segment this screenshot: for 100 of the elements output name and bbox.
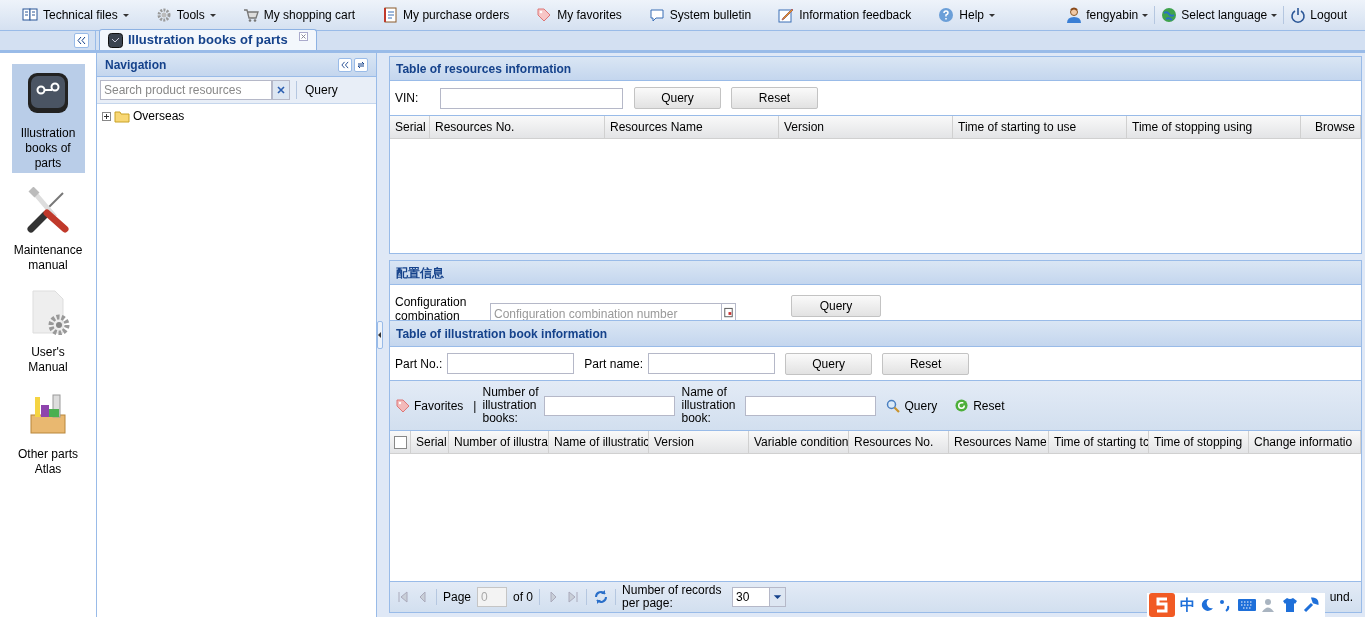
book-icon (22, 7, 38, 23)
page-count: of 0 (513, 589, 534, 606)
pencil-note-icon (778, 7, 795, 23)
column-header[interactable]: Version (649, 431, 749, 453)
swap-arrows-icon (357, 60, 365, 69)
query-button[interactable]: Query (303, 81, 340, 99)
query-button[interactable]: Query (791, 295, 881, 317)
vin-field[interactable] (440, 87, 623, 109)
user-icon[interactable] (1261, 597, 1277, 613)
double-chevron-icon (341, 60, 349, 69)
close-button[interactable] (298, 32, 308, 41)
column-header[interactable]: Time of stopping (1149, 431, 1249, 453)
power-icon (1290, 7, 1307, 23)
tab[interactable]: Illustration books of parts (99, 29, 317, 50)
query-button[interactable]: Query (785, 352, 873, 375)
part-name-field[interactable] (648, 353, 776, 374)
number-field[interactable] (544, 395, 676, 416)
column-header[interactable]: Version (779, 116, 953, 138)
menu-item[interactable]: Tools (147, 3, 224, 27)
arrow-icon (378, 332, 382, 338)
splitter-handle[interactable] (377, 321, 383, 349)
menu-item[interactable]: My favorites (528, 3, 630, 27)
menu-item[interactable]: fengyabin (1062, 3, 1153, 27)
notebook-icon (382, 7, 399, 23)
column-header[interactable]: Variable condition (749, 431, 849, 453)
refresh-button[interactable] (354, 57, 368, 72)
help-icon (938, 7, 955, 23)
column-header[interactable]: Serial (411, 431, 449, 453)
wrench-icon[interactable] (1303, 597, 1319, 613)
keyboard-icon[interactable] (1238, 598, 1256, 612)
app-icon (25, 70, 71, 116)
menu-item[interactable]: My shopping cart (234, 3, 364, 27)
column-header[interactable]: Time of stopping using (1127, 116, 1301, 138)
menu-item[interactable]: Technical files (14, 3, 137, 27)
toolbar-separator: | (473, 397, 477, 415)
column-header[interactable]: Number of illustra (449, 431, 549, 453)
ime-mode[interactable]: 中 (1180, 593, 1195, 617)
sidebar-item[interactable]: User's Manual (11, 283, 85, 377)
field-label: Name of illustration book: (681, 386, 737, 425)
user-icon (1066, 7, 1083, 23)
per-page-select[interactable]: 30 (732, 587, 787, 607)
sidebar-item[interactable]: Other parts Atlas (11, 385, 85, 479)
favorites-button[interactable]: Favorites (396, 396, 464, 415)
collapse-button[interactable] (74, 33, 89, 48)
collapse-button[interactable] (338, 57, 352, 72)
select-all-checkbox[interactable] (393, 435, 407, 449)
close-icon (298, 32, 308, 41)
column-header[interactable]: Time of starting to use (953, 116, 1127, 138)
field-label: VIN: (395, 90, 420, 107)
search-field[interactable]: Search product resources (100, 80, 272, 100)
reset-button[interactable]: Reset (882, 352, 970, 375)
column-header[interactable]: Resources No. (430, 116, 605, 138)
close-icon (277, 86, 285, 94)
tree-node[interactable]: Overseas (102, 107, 376, 125)
reset-button[interactable]: Reset (731, 87, 818, 109)
reset-button[interactable]: Reset (955, 396, 1005, 415)
column-header[interactable]: Change informatio (1249, 431, 1361, 453)
moon-icon[interactable] (1200, 598, 1214, 612)
sidebar-item[interactable]: Illustration books of parts (11, 64, 85, 173)
part-number-field[interactable] (447, 353, 575, 374)
field-label: Part name: (584, 355, 644, 373)
query-button[interactable]: Query (634, 87, 721, 109)
menu-item[interactable]: Logout (1286, 3, 1351, 27)
speech-bubble-icon (648, 7, 665, 23)
field-label: Number of illustration books: (482, 386, 540, 425)
menu-item[interactable]: My purchase orders (374, 3, 518, 27)
column-header[interactable]: Resources No. (849, 431, 949, 453)
field-label: Configuration combination (395, 295, 468, 320)
pager-label: Number of records per page: (622, 584, 723, 610)
status-text: und. (1329, 589, 1353, 606)
menu-item[interactable]: System bulletin (640, 3, 760, 27)
query-button[interactable]: Query (886, 396, 938, 415)
menu-item[interactable]: Information feedback (770, 3, 920, 27)
configuration-field[interactable]: Configuration combination number (490, 303, 736, 320)
app-icon (108, 32, 123, 48)
double-chevron-icon (77, 36, 86, 45)
column-header[interactable]: Serial (390, 116, 430, 138)
cart-icon (242, 7, 259, 23)
globe-icon (1161, 7, 1178, 23)
column-header[interactable]: Resources Name (949, 431, 1049, 453)
field-label: Part No.: (395, 355, 443, 373)
column-header[interactable]: Browse (1301, 116, 1361, 138)
tag-icon (536, 7, 553, 23)
name-field[interactable] (745, 395, 877, 416)
ime-logo-icon[interactable] (1149, 593, 1175, 617)
clear-button[interactable] (272, 80, 290, 100)
pager-label: Page (443, 589, 472, 606)
tools-icon (25, 187, 71, 233)
panel-title: Navigation (105, 56, 167, 74)
shirt-icon[interactable] (1282, 597, 1298, 613)
menu-item[interactable]: Help (930, 3, 1003, 27)
refresh-icon[interactable] (593, 589, 610, 605)
column-header[interactable]: Time of starting tc (1049, 431, 1149, 453)
tag-icon (396, 398, 410, 413)
panel-title: Table of resources information (396, 60, 572, 78)
search-icon (886, 398, 901, 413)
menu-item[interactable]: Select language (1157, 3, 1282, 27)
sidebar-item[interactable]: Maintenance manual (11, 181, 85, 275)
column-header[interactable]: Resources Name (605, 116, 779, 138)
refresh-icon (955, 399, 969, 412)
